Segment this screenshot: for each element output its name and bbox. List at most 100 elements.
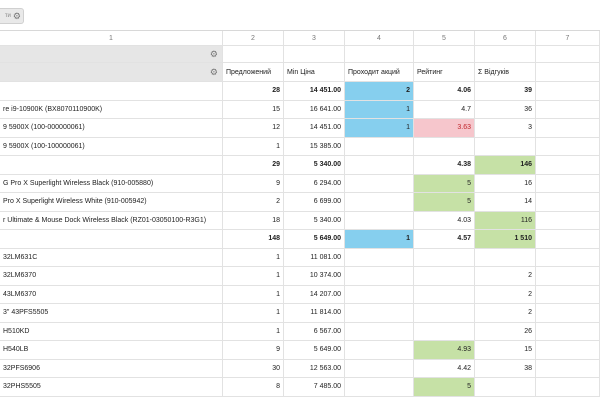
row-label[interactable] <box>0 230 223 248</box>
reviews-cell: 15 <box>475 341 536 359</box>
row-label[interactable]: re i9-10900K (BX8070110900K) <box>0 100 223 118</box>
column-number-row: 1234567 <box>0 31 600 46</box>
table-row: r Ultimate & Mouse Dock Wireless Black (… <box>0 211 600 230</box>
row-label[interactable]: 32LM631C <box>0 248 223 266</box>
reviews-cell: 26 <box>475 322 536 340</box>
blank-cell <box>536 285 600 303</box>
table-row: H540LB 9 5 649.00 4.93 15 <box>0 341 600 360</box>
min-price-cell: 12 563.00 <box>284 359 345 377</box>
reviews-cell: 2 <box>475 285 536 303</box>
toolbar: ти ⚙ <box>0 0 600 31</box>
gear-icon[interactable]: ⚙ <box>210 49 218 59</box>
min-price-cell: 7 485.00 <box>284 378 345 396</box>
promotions-cell <box>345 378 414 396</box>
table-row: 32LM631C 1 11 081.00 <box>0 248 600 267</box>
group-total-row: 148 5 649.00 1 4.57 1 510 <box>0 230 600 249</box>
offers-cell: 1 <box>223 322 284 340</box>
row-label[interactable]: 32LM6370 <box>0 267 223 285</box>
column-number[interactable]: 6 <box>475 31 536 45</box>
rating-cell: 3.63 <box>414 119 475 137</box>
min-price-cell: 6 294.00 <box>284 174 345 192</box>
column-number[interactable]: 1 <box>0 31 223 45</box>
offers-cell: 9 <box>223 174 284 192</box>
min-price-cell: 6 699.00 <box>284 193 345 211</box>
row-label[interactable]: H510KD <box>0 322 223 340</box>
gear-icon[interactable]: ⚙ <box>13 11 21 21</box>
blank-cell <box>536 82 600 100</box>
reviews-cell: 14 <box>475 193 536 211</box>
promotions-cell <box>345 156 414 174</box>
column-header[interactable]: Рейтинг <box>414 63 475 81</box>
column-number[interactable]: 4 <box>345 31 414 45</box>
rating-cell: 4.57 <box>414 230 475 248</box>
offers-cell: 148 <box>223 230 284 248</box>
gear-icon[interactable]: ⚙ <box>210 67 218 77</box>
row-label[interactable]: 32PHS5505 <box>0 378 223 396</box>
blank-cell <box>536 193 600 211</box>
column-number[interactable]: 3 <box>284 31 345 45</box>
row-label[interactable] <box>0 156 223 174</box>
reviews-cell: 146 <box>475 156 536 174</box>
row-field-area[interactable]: ⚙ <box>0 46 223 62</box>
rating-cell <box>414 248 475 266</box>
rating-cell: 4.42 <box>414 359 475 377</box>
offers-cell: 15 <box>223 100 284 118</box>
rating-cell: 4.7 <box>414 100 475 118</box>
blank-cell <box>536 174 600 192</box>
row-label[interactable]: r Ultimate & Mouse Dock Wireless Black (… <box>0 211 223 229</box>
header-filter-row: ⚙ <box>0 46 600 63</box>
reviews-cell: 39 <box>475 82 536 100</box>
blank-cell <box>536 341 600 359</box>
reviews-cell: 2 <box>475 267 536 285</box>
rating-cell: 5 <box>414 193 475 211</box>
offers-cell: 1 <box>223 267 284 285</box>
column-header[interactable]: Проходит акций <box>345 63 414 81</box>
row-label[interactable] <box>0 82 223 100</box>
column-number[interactable]: 7 <box>536 31 600 45</box>
filter-chip[interactable]: ти ⚙ <box>0 8 24 24</box>
rating-cell <box>414 304 475 322</box>
promotions-cell <box>345 322 414 340</box>
reviews-cell: 38 <box>475 359 536 377</box>
blank-cell <box>536 267 600 285</box>
min-price-cell: 5 340.00 <box>284 211 345 229</box>
table-row: 43LM6370 1 14 207.00 2 <box>0 285 600 304</box>
offers-cell: 30 <box>223 359 284 377</box>
row-field-area[interactable]: ⚙ <box>0 63 223 81</box>
blank-cell <box>536 359 600 377</box>
header-blank-cell <box>345 46 414 62</box>
reviews-cell <box>475 378 536 396</box>
blank-cell <box>536 211 600 229</box>
reviews-cell: 2 <box>475 304 536 322</box>
row-label[interactable]: H540LB <box>0 341 223 359</box>
reviews-cell: 116 <box>475 211 536 229</box>
blank-cell <box>536 100 600 118</box>
rating-cell <box>414 285 475 303</box>
column-header[interactable]: Предложений <box>223 63 284 81</box>
rating-cell: 4.03 <box>414 211 475 229</box>
row-label[interactable]: 43LM6370 <box>0 285 223 303</box>
header-blank-cell <box>536 46 600 62</box>
blank-cell <box>536 322 600 340</box>
min-price-cell: 11 081.00 <box>284 248 345 266</box>
table-row: 3" 43PFS5505 1 11 814.00 2 <box>0 304 600 323</box>
table-row: Pro X Superlight Wireless White (910-005… <box>0 193 600 212</box>
offers-cell: 28 <box>223 82 284 100</box>
offers-cell: 8 <box>223 378 284 396</box>
column-number[interactable]: 2 <box>223 31 284 45</box>
row-label[interactable]: Pro X Superlight Wireless White (910-005… <box>0 193 223 211</box>
blank-cell <box>536 230 600 248</box>
column-number[interactable]: 5 <box>414 31 475 45</box>
row-label[interactable]: 32PFS6906 <box>0 359 223 377</box>
promotions-cell <box>345 193 414 211</box>
offers-cell: 29 <box>223 156 284 174</box>
offers-cell: 2 <box>223 193 284 211</box>
column-header[interactable]: Min Ціна <box>284 63 345 81</box>
row-label[interactable]: G Pro X Superlight Wireless Black (910-0… <box>0 174 223 192</box>
row-label[interactable]: 9 5900X (100-100000061) <box>0 137 223 155</box>
row-label[interactable]: 9 5900X (100-000000061) <box>0 119 223 137</box>
table-row: G Pro X Superlight Wireless Black (910-0… <box>0 174 600 193</box>
column-header[interactable]: Σ Відгуків <box>475 63 536 81</box>
row-label[interactable]: 3" 43PFS5505 <box>0 304 223 322</box>
min-price-cell: 5 340.00 <box>284 156 345 174</box>
